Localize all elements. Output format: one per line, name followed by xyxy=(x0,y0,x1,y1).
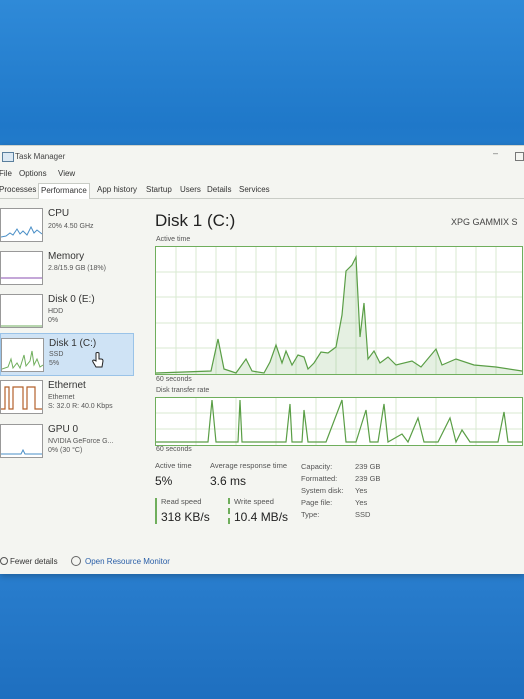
hand-cursor-icon xyxy=(92,352,104,368)
active-time-graph-svg xyxy=(155,247,523,374)
prop-capacity-value: 239 GB xyxy=(355,462,381,471)
menu-view[interactable]: View xyxy=(58,169,75,178)
stat-active-time-value: 5% xyxy=(155,474,173,488)
stat-write-speed-value: 10.4 MB/s xyxy=(234,510,289,524)
sidebar-ethernet-throughput: S: 32.0 R: 40.0 Kbps xyxy=(48,403,113,410)
gpu-thumbnail-graph xyxy=(0,424,43,458)
sidebar-cpu-name: CPU xyxy=(48,208,70,219)
sidebar-disk0-type: HDD xyxy=(48,308,64,315)
sidebar-disk0-name: Disk 0 (E:) xyxy=(48,294,95,305)
prop-page-file-value: Yes xyxy=(355,498,368,507)
disk-model: XPG GAMMIX S xyxy=(451,217,518,227)
chevron-up-icon xyxy=(0,557,8,565)
menu-bar: File Options View xyxy=(0,167,524,181)
sidebar-item-memory[interactable]: Memory 2.8/15.9 GB (18%) xyxy=(0,247,134,290)
stat-active-time-label: Active time xyxy=(155,461,192,470)
active-time-graph xyxy=(155,246,523,375)
ethernet-thumbnail-graph xyxy=(0,380,43,414)
minimize-button[interactable]: – xyxy=(493,148,498,158)
tab-strip: Processes Performance App history Startu… xyxy=(0,182,524,199)
maximize-button[interactable] xyxy=(515,152,524,161)
sidebar-item-disk-1[interactable]: Disk 1 (C:) SSD 5% xyxy=(0,333,134,376)
stat-avg-response-value: 3.6 ms xyxy=(210,474,247,488)
sidebar-ethernet-name: Ethernet xyxy=(48,380,86,391)
open-resource-monitor-link[interactable]: Open Resource Monitor xyxy=(85,557,170,566)
read-speed-indicator xyxy=(155,498,157,524)
stat-read-speed-label: Read speed xyxy=(161,497,202,506)
transfer-rate-graph xyxy=(155,397,523,446)
prop-type-value: SSD xyxy=(355,510,371,519)
write-speed-indicator xyxy=(228,498,230,524)
disk0-thumbnail-graph xyxy=(0,294,43,328)
stat-read-speed-value: 318 KB/s xyxy=(161,510,210,524)
transfer-rate-graph-label: Disk transfer rate xyxy=(156,387,210,394)
sidebar-disk0-usage: 0% xyxy=(48,317,59,324)
prop-system-disk-value: Yes xyxy=(355,486,368,495)
tab-app-history[interactable]: App history xyxy=(95,185,139,198)
tab-users[interactable]: Users xyxy=(178,185,203,198)
memory-thumbnail-svg xyxy=(1,277,42,279)
sidebar-memory-detail: 2.8/15.9 GB (18%) xyxy=(48,265,106,272)
tab-details[interactable]: Details xyxy=(205,185,233,198)
active-time-duration-label: 60 seconds xyxy=(156,376,192,383)
prop-system-disk-label: System disk: xyxy=(301,486,344,495)
active-time-graph-label: Active time xyxy=(156,236,191,243)
sidebar-gpu-usage: 0% (30 °C) xyxy=(48,447,83,454)
tab-services[interactable]: Services xyxy=(237,185,272,198)
sidebar-gpu-name: GPU 0 xyxy=(48,424,79,435)
sidebar-item-ethernet[interactable]: Ethernet Ethernet S: 32.0 R: 40.0 Kbps xyxy=(0,376,134,419)
performance-sidebar: CPU 20% 4.50 GHz Memory 2.8/15.9 GB (18%… xyxy=(0,199,134,469)
prop-capacity-label: Capacity: xyxy=(301,462,333,471)
cpu-thumbnail-graph xyxy=(0,208,43,242)
task-manager-app-icon xyxy=(2,152,14,162)
tab-startup[interactable]: Startup xyxy=(144,185,174,198)
resource-monitor-icon xyxy=(71,556,81,566)
prop-type-label: Type: xyxy=(301,510,320,519)
tab-processes[interactable]: Processes xyxy=(0,185,38,198)
footer-bar: Fewer details Open Resource Monitor xyxy=(0,551,524,571)
memory-thumbnail-graph xyxy=(0,251,43,285)
gpu-thumbnail-svg xyxy=(1,448,42,455)
sidebar-memory-name: Memory xyxy=(48,251,85,262)
fewer-details-link[interactable]: Fewer details xyxy=(10,557,58,566)
prop-page-file-label: Page file: xyxy=(301,498,333,507)
menu-options[interactable]: Options xyxy=(19,169,47,178)
disk-detail-panel: Disk 1 (C:) XPG GAMMIX S Active time 60 … xyxy=(155,199,524,529)
stat-avg-response-label: Average response time xyxy=(210,461,287,470)
sidebar-item-gpu-0[interactable]: GPU 0 NVIDIA GeForce G... 0% (30 °C) xyxy=(0,420,134,463)
sidebar-disk1-name: Disk 1 (C:) xyxy=(49,338,97,349)
sidebar-cpu-detail: 20% 4.50 GHz xyxy=(48,223,94,230)
disk1-thumbnail-svg xyxy=(2,350,43,370)
menu-file[interactable]: File xyxy=(0,169,12,178)
task-manager-window: Task Manager – File Options View Process… xyxy=(0,145,524,574)
title-bar: Task Manager – xyxy=(0,146,524,166)
tab-performance[interactable]: Performance xyxy=(38,183,90,199)
sidebar-item-disk-0[interactable]: Disk 0 (E:) HDD 0% xyxy=(0,290,134,333)
cpu-thumbnail-svg xyxy=(1,225,42,238)
window-title: Task Manager xyxy=(15,152,66,161)
prop-formatted-value: 239 GB xyxy=(355,474,381,483)
disk-title: Disk 1 (C:) xyxy=(155,211,236,230)
transfer-rate-graph-svg xyxy=(156,398,522,445)
prop-formatted-label: Formatted: xyxy=(301,474,338,483)
disk0-thumbnail-svg xyxy=(1,325,42,327)
sidebar-item-cpu[interactable]: CPU 20% 4.50 GHz xyxy=(0,204,134,247)
sidebar-gpu-model: NVIDIA GeForce G... xyxy=(48,438,114,445)
stat-write-speed-label: Write speed xyxy=(234,497,274,506)
sidebar-disk1-usage: 5% xyxy=(49,360,60,367)
sidebar-disk1-type: SSD xyxy=(49,351,64,358)
ethernet-thumbnail-svg xyxy=(1,386,42,410)
sidebar-ethernet-type: Ethernet xyxy=(48,394,75,401)
disk1-thumbnail-graph xyxy=(1,338,44,372)
transfer-rate-duration-label: 60 seconds xyxy=(156,446,192,453)
